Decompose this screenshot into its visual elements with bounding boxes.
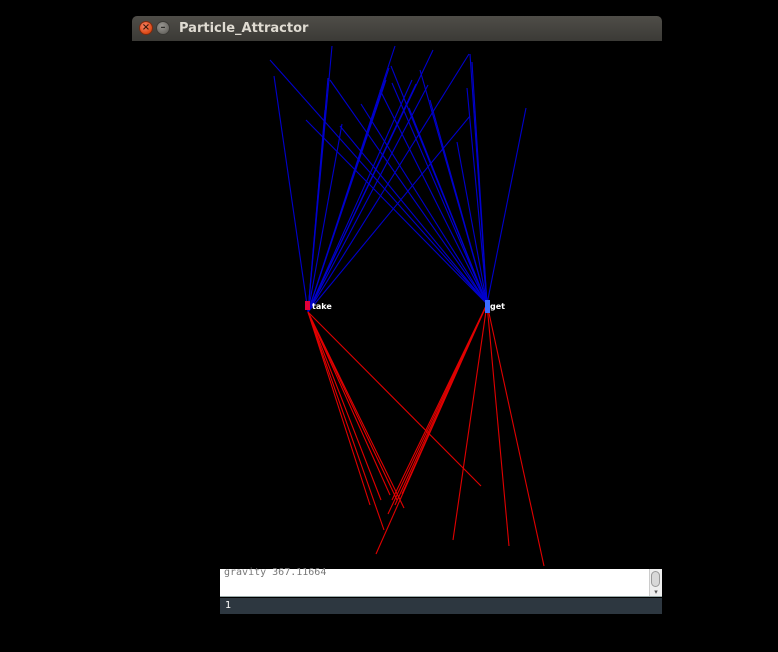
console-input-text: 1 xyxy=(225,600,232,611)
window-titlebar[interactable]: × – Particle_Attractor xyxy=(132,16,662,41)
console-output[interactable]: gravity 367.11664 ▾ xyxy=(220,567,662,597)
particle-line xyxy=(307,53,470,313)
particle-line xyxy=(307,79,413,313)
particle-line xyxy=(329,79,488,305)
close-icon: × xyxy=(141,22,151,33)
particle-line xyxy=(307,311,385,531)
particle-line xyxy=(307,115,471,313)
attractor-take-label: take xyxy=(312,302,332,311)
close-button[interactable]: × xyxy=(139,21,153,35)
particle-line xyxy=(307,311,405,509)
particle-line xyxy=(486,303,510,547)
particle-line xyxy=(273,75,309,313)
minimize-button[interactable]: – xyxy=(156,21,170,35)
window-title: Particle_Attractor xyxy=(179,21,309,36)
particle-line xyxy=(307,311,371,506)
particle-line xyxy=(307,311,391,496)
particle-line xyxy=(471,61,488,305)
console-scrollbar[interactable]: ▾ xyxy=(649,569,662,596)
particle-line xyxy=(379,89,488,305)
attractor-get-label: get xyxy=(490,302,505,311)
particle-line xyxy=(307,311,482,487)
particle-line xyxy=(466,87,488,305)
scroll-down-icon[interactable]: ▾ xyxy=(650,588,662,596)
particle-line xyxy=(339,125,488,305)
attractor-get: get xyxy=(485,300,505,313)
particle-line xyxy=(486,107,527,305)
red-particle-lines xyxy=(307,303,545,567)
attractor-take: take xyxy=(305,301,332,311)
console-output-text: gravity 367.11664 xyxy=(224,567,327,578)
particle-line xyxy=(307,84,429,313)
sketch-canvas[interactable]: take get xyxy=(0,0,778,652)
minimize-icon: – xyxy=(160,22,166,33)
scrollbar-thumb[interactable] xyxy=(651,571,660,587)
particle-line xyxy=(394,303,488,506)
particle-line xyxy=(486,303,545,567)
particle-line xyxy=(305,119,488,305)
console-input[interactable]: 1 xyxy=(220,598,662,614)
blue-particle-lines xyxy=(269,45,527,313)
attractor-take-marker xyxy=(305,301,310,310)
particle-line xyxy=(307,67,390,313)
particle-line xyxy=(307,311,382,501)
